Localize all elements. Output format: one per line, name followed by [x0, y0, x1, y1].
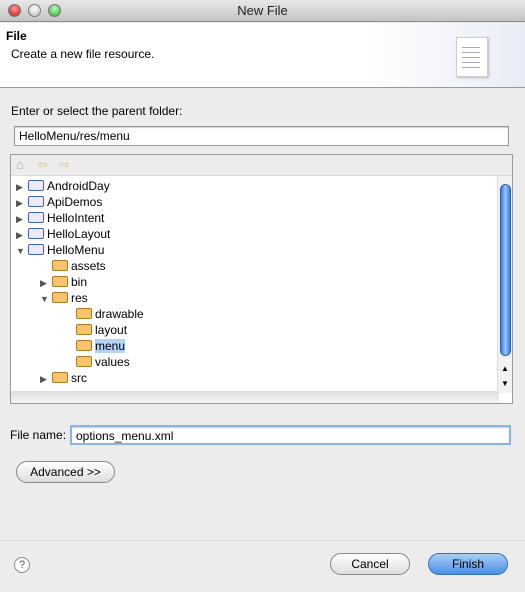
tree-item[interactable]: drawable [64, 306, 144, 322]
horizontal-scrollbar[interactable] [11, 391, 499, 403]
cancel-button[interactable]: Cancel [330, 553, 410, 575]
tree-item[interactable]: menu [64, 338, 126, 354]
forward-arrow-icon[interactable]: ⇨ [59, 157, 70, 173]
tree-item-label: bin [71, 275, 88, 289]
advanced-button[interactable]: Advanced >> [16, 461, 115, 483]
project-folder-icon [28, 196, 44, 207]
collapsed-arrow-icon[interactable]: ▶ [40, 371, 52, 387]
tree-item-label: ApiDemos [47, 195, 103, 209]
folder-icon [52, 260, 68, 271]
tree-item[interactable]: ▼ res [40, 290, 88, 306]
tree-item[interactable]: values [64, 354, 130, 370]
tree-item[interactable]: ▼ HelloMenu [16, 242, 104, 258]
tree-item-label: HelloMenu [47, 243, 105, 257]
help-icon[interactable]: ? [14, 557, 30, 573]
tree-item-label: drawable [95, 307, 144, 321]
tree-item[interactable]: ▶ src [40, 370, 87, 386]
tree-item[interactable]: ▶ ApiDemos [16, 194, 102, 210]
parent-folder-input[interactable]: HelloMenu/res/menu [14, 126, 509, 146]
tree-item[interactable]: ▶ HelloIntent [16, 210, 104, 226]
zoom-window-button[interactable] [48, 4, 61, 17]
project-folder-icon [28, 212, 44, 223]
folder-icon [52, 276, 68, 287]
file-document-icon [456, 37, 488, 77]
project-folder-icon [28, 228, 44, 239]
project-folder-icon [28, 244, 44, 255]
tree-item[interactable]: ▶ HelloLayout [16, 226, 110, 242]
collapsed-arrow-icon[interactable]: ▶ [16, 211, 28, 227]
folder-icon [52, 292, 68, 303]
tree-item-label: values [95, 355, 130, 369]
page-description: Create a new file resource. [11, 47, 155, 61]
folder-icon [52, 372, 68, 383]
tree-item-label: assets [71, 259, 106, 273]
collapsed-arrow-icon[interactable]: ▶ [16, 195, 28, 211]
folder-icon [76, 340, 92, 351]
tree-toolbar: ⌂ ⇦ ⇨ [11, 155, 512, 176]
scroll-up-icon[interactable]: ▲ [501, 364, 509, 373]
tree-item[interactable]: assets [40, 258, 106, 274]
tree-item[interactable]: layout [64, 322, 127, 338]
tree-item-label: layout [95, 323, 128, 337]
divider [0, 540, 525, 541]
folder-tree[interactable]: ⌂ ⇦ ⇨ ▶ AndroidDay ▶ ApiDemos ▶ HelloIntent ▶ H… [10, 154, 513, 404]
folder-icon [76, 324, 92, 335]
close-window-button[interactable] [8, 4, 21, 17]
scrollbar-thumb[interactable] [500, 184, 511, 356]
project-folder-icon [28, 180, 44, 191]
expanded-arrow-icon[interactable]: ▼ [16, 243, 28, 259]
tree-item[interactable]: ▶ bin [40, 274, 87, 290]
tree-item-label: HelloLayout [47, 227, 111, 241]
title-bar: New File [0, 0, 525, 22]
minimize-window-button[interactable] [28, 4, 41, 17]
wizard-header: File Create a new file resource. [0, 23, 525, 88]
expanded-arrow-icon[interactable]: ▼ [40, 291, 52, 307]
tree-rows: ▶ AndroidDay ▶ ApiDemos ▶ HelloIntent ▶ HelloLa… [11, 176, 499, 393]
file-name-input[interactable]: options_menu.xml [70, 425, 511, 445]
home-icon[interactable]: ⌂ [16, 157, 24, 172]
tree-item-label: res [71, 291, 88, 305]
page-title: File [6, 29, 27, 43]
file-name-label: File name: [10, 428, 67, 442]
folder-icon [76, 308, 92, 319]
scroll-down-icon[interactable]: ▼ [501, 379, 509, 388]
tree-item[interactable]: ▶ AndroidDay [16, 178, 110, 194]
folder-icon [76, 356, 92, 367]
tree-item-label: AndroidDay [47, 179, 110, 193]
tree-item-label: HelloIntent [47, 211, 105, 225]
collapsed-arrow-icon[interactable]: ▶ [16, 227, 28, 243]
parent-folder-label: Enter or select the parent folder: [11, 104, 183, 118]
collapsed-arrow-icon[interactable]: ▶ [40, 275, 52, 291]
tree-item-label: src [71, 371, 87, 385]
back-arrow-icon[interactable]: ⇦ [37, 157, 48, 173]
collapsed-arrow-icon[interactable]: ▶ [16, 179, 28, 195]
window-title: New File [237, 3, 288, 18]
tree-item-label: menu [95, 339, 126, 353]
finish-button[interactable]: Finish [428, 553, 508, 575]
vertical-scrollbar[interactable]: ▲ ▼ [497, 176, 512, 393]
